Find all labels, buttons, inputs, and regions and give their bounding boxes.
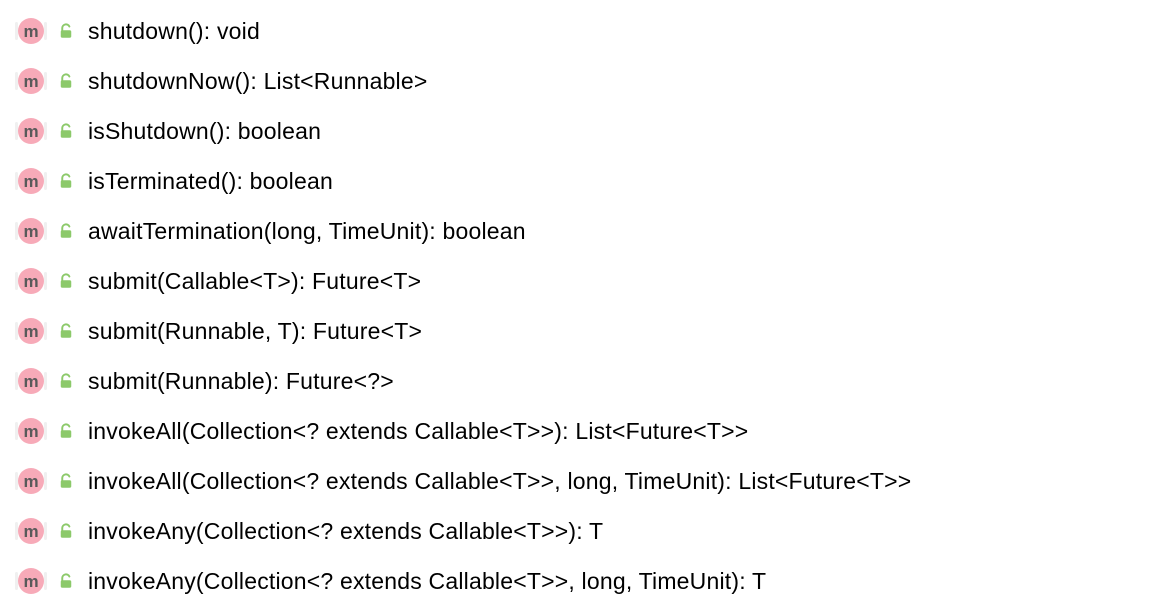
method-signature: shutdownNow(): List<Runnable> bbox=[88, 68, 428, 95]
method-icon: m bbox=[18, 568, 44, 594]
method-item[interactable]: m submit(Runnable): Future<?> bbox=[0, 356, 1172, 406]
method-item[interactable]: m awaitTermination(long, TimeUnit): bool… bbox=[0, 206, 1172, 256]
method-icon-letter: m bbox=[23, 523, 38, 540]
unlock-icon bbox=[56, 371, 76, 391]
method-icon-letter: m bbox=[23, 223, 38, 240]
method-icon: m bbox=[18, 168, 44, 194]
method-signature: submit(Runnable, T): Future<T> bbox=[88, 318, 422, 345]
method-icon-letter: m bbox=[23, 423, 38, 440]
method-icon-letter: m bbox=[23, 473, 38, 490]
unlock-icon bbox=[56, 471, 76, 491]
unlock-icon bbox=[56, 121, 76, 141]
unlock-icon bbox=[56, 321, 76, 341]
unlock-icon bbox=[56, 71, 76, 91]
method-icon: m bbox=[18, 368, 44, 394]
method-signature: submit(Runnable): Future<?> bbox=[88, 368, 394, 395]
method-icon-letter: m bbox=[23, 373, 38, 390]
method-icon: m bbox=[18, 18, 44, 44]
method-icon-letter: m bbox=[23, 173, 38, 190]
method-icon-letter: m bbox=[23, 573, 38, 590]
method-item[interactable]: m invokeAny(Collection<? extends Callabl… bbox=[0, 506, 1172, 556]
method-signature: shutdown(): void bbox=[88, 18, 260, 45]
method-signature: invokeAll(Collection<? extends Callable<… bbox=[88, 418, 748, 445]
method-icon: m bbox=[18, 418, 44, 444]
method-item[interactable]: m invokeAll(Collection<? extends Callabl… bbox=[0, 406, 1172, 456]
unlock-icon bbox=[56, 21, 76, 41]
unlock-icon bbox=[56, 171, 76, 191]
method-item[interactable]: m isShutdown(): boolean bbox=[0, 106, 1172, 156]
method-item[interactable]: m invokeAll(Collection<? extends Callabl… bbox=[0, 456, 1172, 506]
method-icon: m bbox=[18, 518, 44, 544]
method-icon: m bbox=[18, 318, 44, 344]
method-signature: submit(Callable<T>): Future<T> bbox=[88, 268, 421, 295]
method-item[interactable]: m invokeAny(Collection<? extends Callabl… bbox=[0, 556, 1172, 606]
method-signature: invokeAny(Collection<? extends Callable<… bbox=[88, 518, 603, 545]
method-signature: invokeAll(Collection<? extends Callable<… bbox=[88, 468, 911, 495]
unlock-icon bbox=[56, 521, 76, 541]
method-icon-letter: m bbox=[23, 73, 38, 90]
method-list: m shutdown(): void m shutdownNow(): List… bbox=[0, 6, 1172, 606]
unlock-icon bbox=[56, 271, 76, 291]
method-icon: m bbox=[18, 118, 44, 144]
method-icon-letter: m bbox=[23, 123, 38, 140]
method-signature: isShutdown(): boolean bbox=[88, 118, 321, 145]
method-signature: isTerminated(): boolean bbox=[88, 168, 333, 195]
method-item[interactable]: m submit(Callable<T>): Future<T> bbox=[0, 256, 1172, 306]
method-icon-letter: m bbox=[23, 323, 38, 340]
unlock-icon bbox=[56, 421, 76, 441]
method-icon: m bbox=[18, 218, 44, 244]
method-item[interactable]: m submit(Runnable, T): Future<T> bbox=[0, 306, 1172, 356]
method-icon: m bbox=[18, 68, 44, 94]
method-icon-letter: m bbox=[23, 23, 38, 40]
method-item[interactable]: m shutdownNow(): List<Runnable> bbox=[0, 56, 1172, 106]
method-icon: m bbox=[18, 268, 44, 294]
method-signature: awaitTermination(long, TimeUnit): boolea… bbox=[88, 218, 526, 245]
method-item[interactable]: m isTerminated(): boolean bbox=[0, 156, 1172, 206]
method-icon-letter: m bbox=[23, 273, 38, 290]
method-item[interactable]: m shutdown(): void bbox=[0, 6, 1172, 56]
method-icon: m bbox=[18, 468, 44, 494]
unlock-icon bbox=[56, 221, 76, 241]
method-signature: invokeAny(Collection<? extends Callable<… bbox=[88, 568, 766, 595]
unlock-icon bbox=[56, 571, 76, 591]
